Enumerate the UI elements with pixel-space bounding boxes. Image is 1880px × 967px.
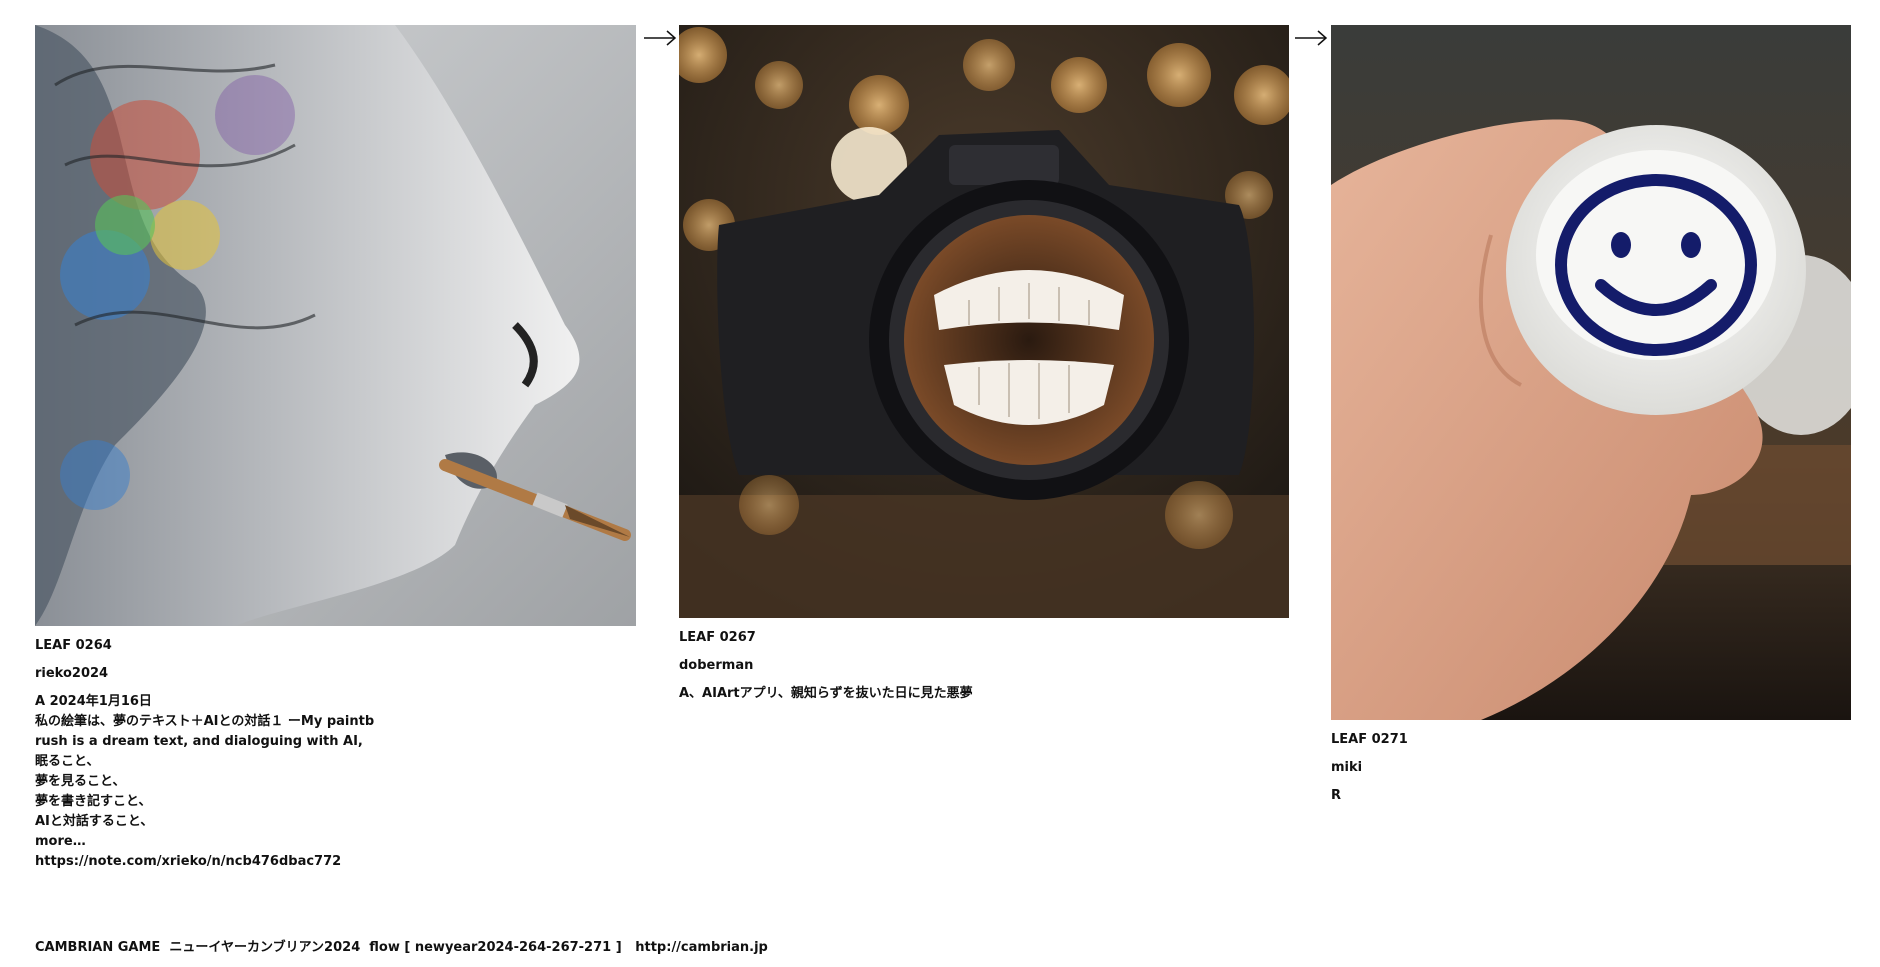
description-line: AIと対話すること、 (35, 814, 154, 829)
leaf-description: R (1331, 786, 1851, 806)
description-line: 私の絵筆は、夢のテキスト＋AIとの対話１ ーMy paintb (35, 714, 375, 729)
leaf-id: LEAF 0264 (35, 638, 112, 653)
leaf-author[interactable]: rieko2024 (35, 664, 636, 684)
leaf-id: LEAF 0267 (679, 630, 756, 645)
leaf-card-0271: LEAF 0271 miki R (1331, 25, 1851, 806)
note-url-link[interactable]: https://note.com/xrieko/n/ncb476dbac772 (35, 852, 636, 872)
description-line: 夢を見ること、 (35, 774, 126, 789)
leaf-description: A 2024年1月16日 私の絵筆は、夢のテキスト＋AIとの対話１ ーMy pa… (35, 692, 636, 872)
description-line: 眠ること、 (35, 754, 100, 769)
leaf-id: LEAF 0271 (1331, 732, 1408, 747)
description-line: R (1331, 788, 1342, 803)
leaf-card-0267: LEAF 0267 doberman A、AIArtアプリ、親知らずを抜いた日に… (679, 25, 1289, 704)
camera-with-teeth-image[interactable] (679, 25, 1289, 618)
arrow-right-icon (643, 30, 677, 46)
footer-text: CAMBRIAN GAME ニューイヤーカンブリアン2024 flow [ ne… (35, 940, 636, 955)
arrow-right-icon (1294, 30, 1328, 46)
leaf-author[interactable]: miki (1331, 758, 1851, 778)
description-line: A、AIArtアプリ、親知らずを抜いた日に見た悪夢 (679, 686, 973, 701)
cambrian-site-link[interactable]: http://cambrian.jp (635, 940, 768, 955)
painted-face-with-paintbrush-image[interactable] (35, 25, 636, 626)
smiley-sake-cup-image[interactable] (1331, 25, 1851, 720)
description-line: 夢を書き記すこと、 (35, 794, 152, 809)
more-link[interactable]: more… (35, 832, 636, 852)
footer: CAMBRIAN GAME ニューイヤーカンブリアン2024 flow [ ne… (35, 936, 768, 955)
description-line: A 2024年1月16日 (35, 694, 152, 709)
leaf-author[interactable]: doberman (679, 656, 1289, 676)
leaf-card-0264: LEAF 0264 rieko2024 A 2024年1月16日 私の絵筆は、夢… (35, 25, 636, 872)
leaf-description: A、AIArtアプリ、親知らずを抜いた日に見た悪夢 (679, 684, 1289, 704)
description-line: rush is a dream text, and dialoguing wit… (35, 734, 363, 749)
